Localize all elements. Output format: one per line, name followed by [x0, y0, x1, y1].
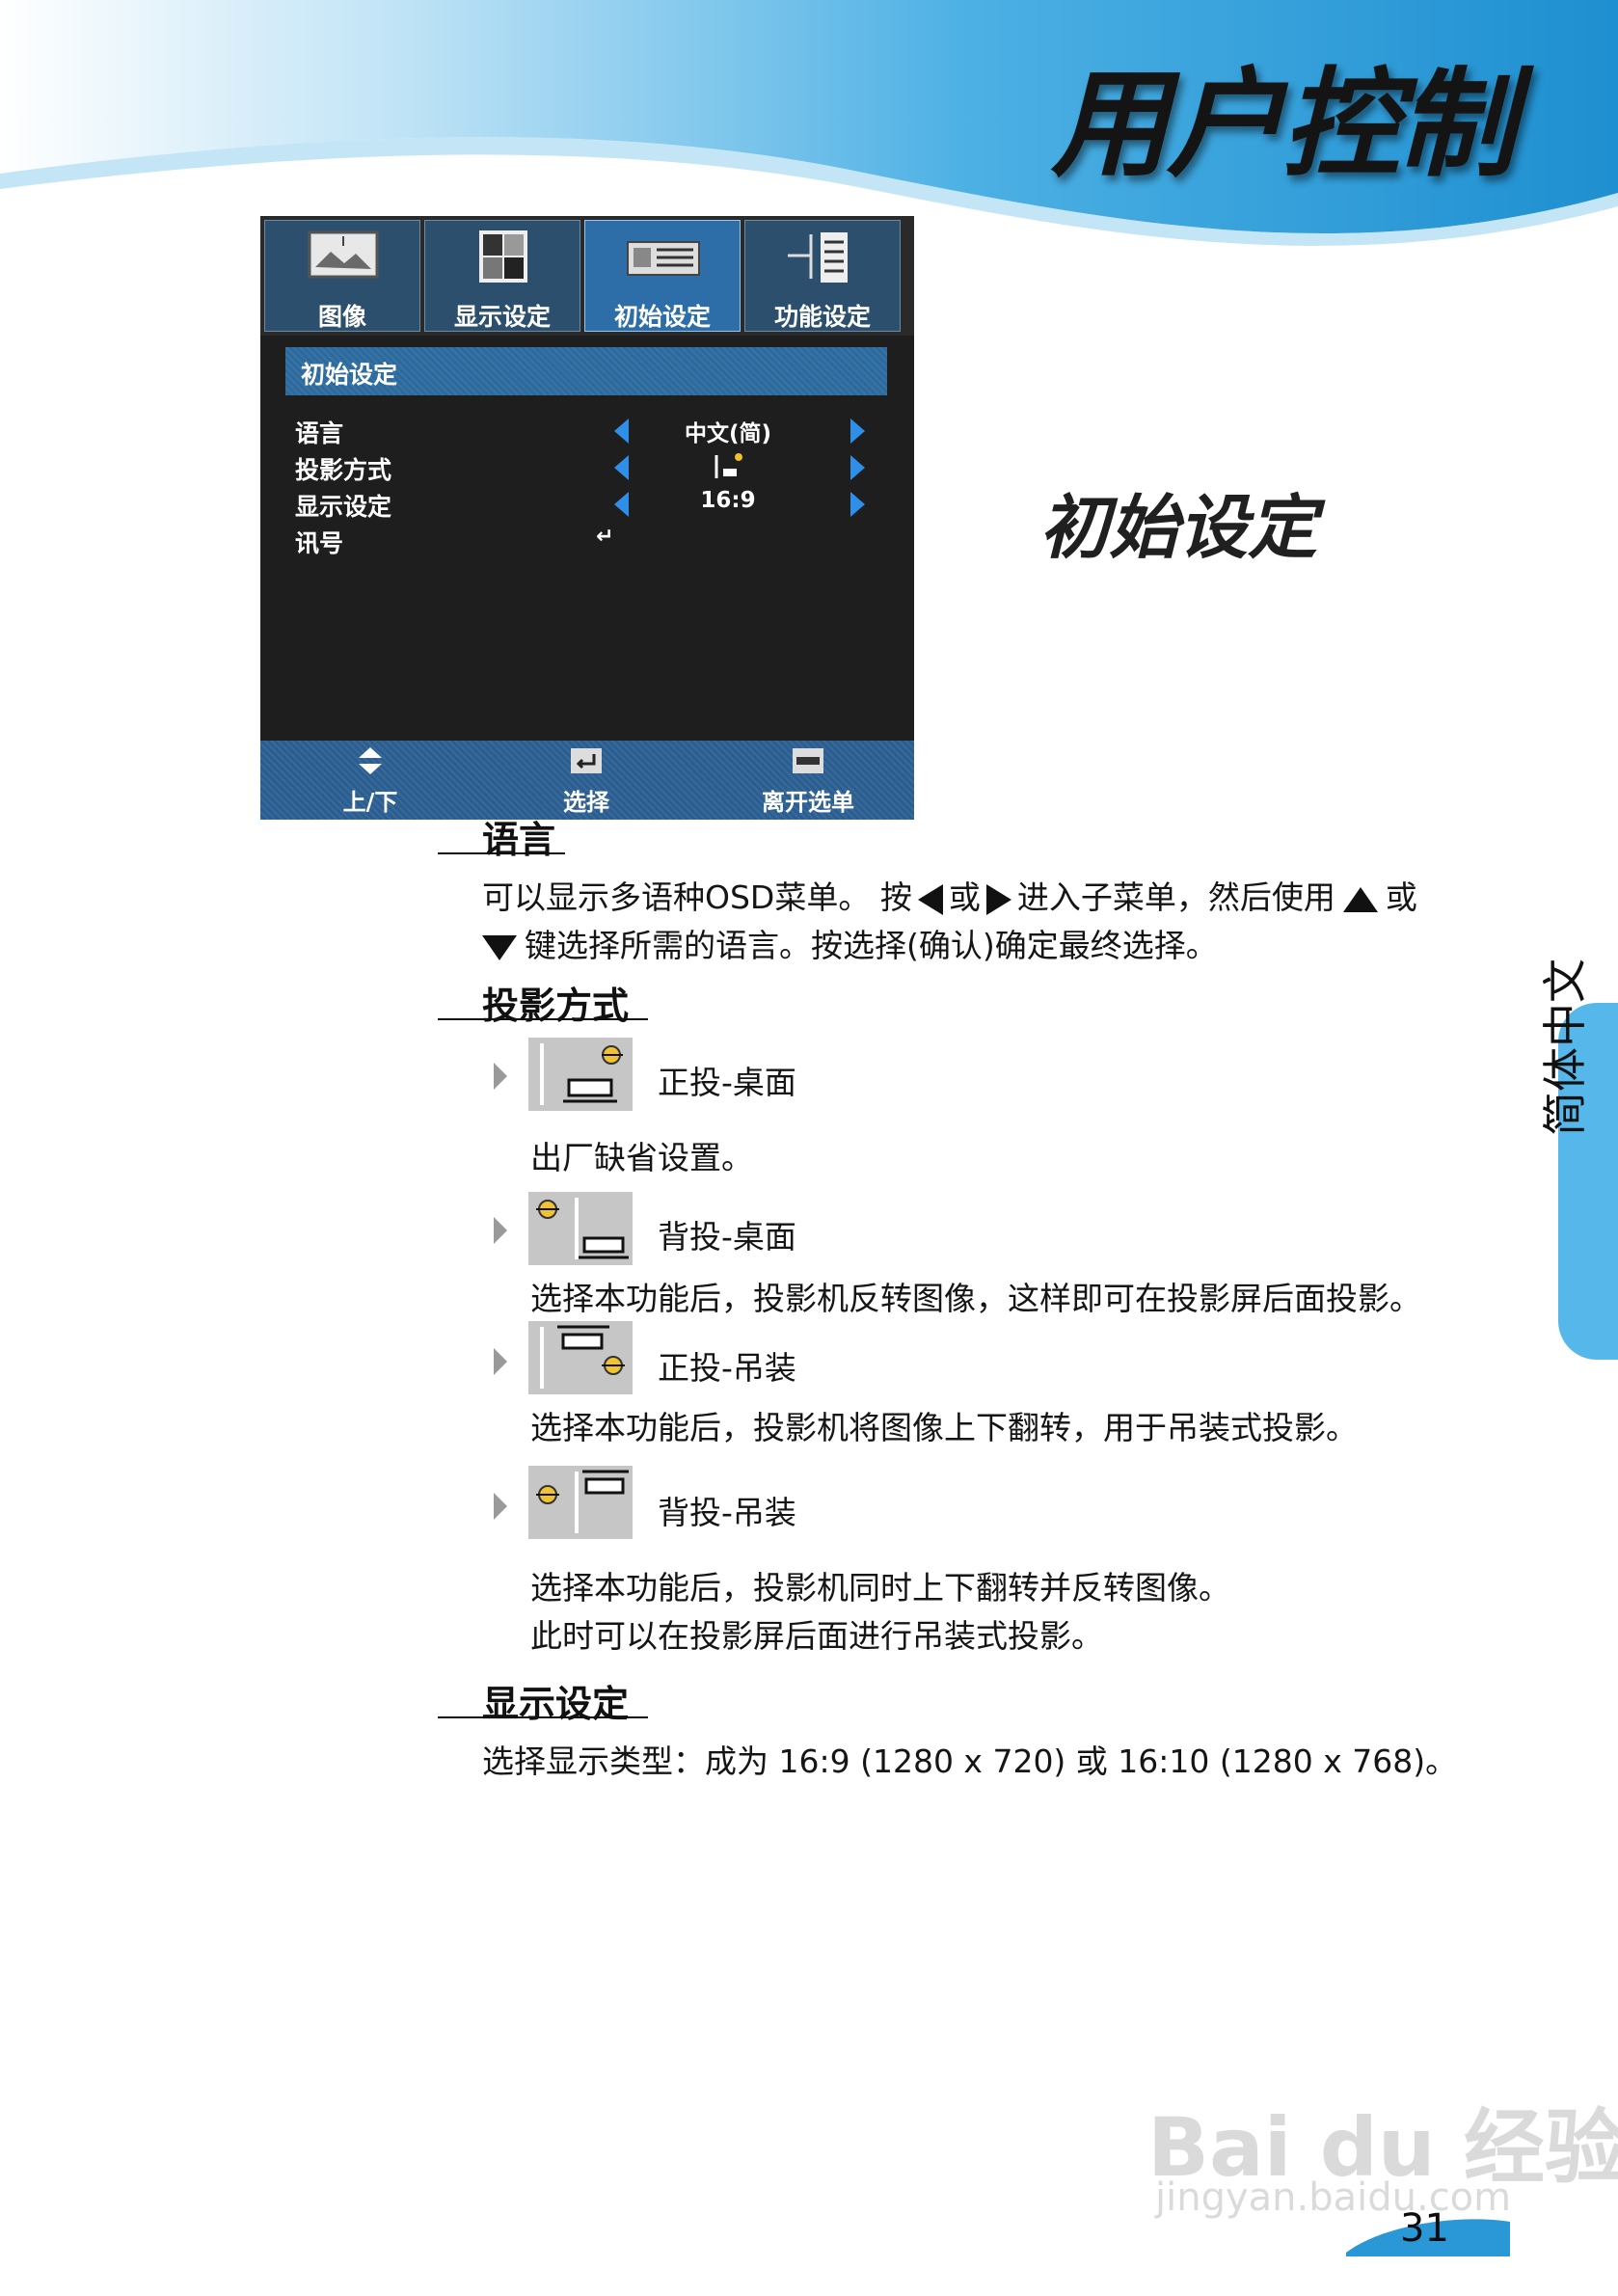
up-down-icon	[359, 747, 382, 774]
tab-label: 显示设定	[453, 303, 551, 331]
projection-item-desc: 出厂缺省设置。	[530, 1139, 753, 1176]
text-fragment: 键选择所需的语言。按选择(确认)确定最终选择。	[525, 927, 1218, 964]
bullet-icon	[494, 1063, 507, 1090]
osd-footer-label: 上/下	[342, 788, 398, 816]
display-icon	[479, 230, 527, 283]
bullet-icon	[494, 1493, 507, 1520]
rear-desktop-icon	[528, 1192, 633, 1265]
bullet-icon	[494, 1348, 507, 1375]
page-title: 用户控制	[1051, 56, 1516, 193]
arrow-right-icon[interactable]	[850, 419, 865, 444]
projector-icon	[627, 241, 700, 276]
arrow-right-icon[interactable]	[850, 455, 865, 480]
projection-item-desc: 选择本功能后，投影机反转图像，这样即可在投影屏后面投影。	[530, 1280, 1421, 1317]
language-text-line1: 可以显示多语种OSD菜单。 按或进入子菜单，然后使用或	[482, 872, 1417, 918]
osd-row-value: 16:9	[700, 488, 756, 513]
text-fragment: 或	[1385, 878, 1417, 916]
tab-setup[interactable]: 初始设定	[584, 220, 741, 332]
enter-icon[interactable]: ↵	[596, 525, 613, 549]
enter-icon	[571, 748, 602, 773]
osd-tab-bar: 图像 显示设定 初始设定 功能设定	[260, 216, 914, 336]
section-underline	[438, 1716, 648, 1718]
tab-label: 功能设定	[773, 303, 871, 331]
osd-row-label: 语言	[295, 419, 344, 447]
up-arrow-icon	[1342, 886, 1378, 912]
projection-item-label: 背投-吊装	[658, 1494, 796, 1531]
watermark-url: jingyan.baidu.com	[1155, 2175, 1512, 2220]
tab-label: 初始设定	[613, 303, 711, 331]
tab-label: 图像	[317, 303, 366, 331]
osd-row-label: 显示设定	[295, 493, 392, 521]
left-arrow-icon	[917, 883, 943, 915]
osd-footer-updown: 上/下	[293, 743, 447, 818]
osd-row-projection[interactable]: 投影方式	[260, 449, 914, 484]
arrow-left-icon[interactable]	[614, 419, 629, 444]
osd-footer-select: 选择	[509, 743, 663, 818]
projection-mode-icon	[715, 453, 742, 478]
osd-row-language[interactable]: 语言 中文(简)	[260, 413, 914, 447]
arrow-left-icon[interactable]	[614, 455, 629, 480]
tab-display[interactable]: 显示设定	[424, 220, 580, 332]
section-underline	[438, 1018, 648, 1020]
osd-menu: 图像 显示设定 初始设定 功能设定 初始设定 语言 中文(简) 投影方式 显示设…	[260, 216, 914, 820]
image-icon	[308, 230, 379, 279]
osd-row-value: 中文(简)	[684, 421, 772, 446]
osd-row-label: 投影方式	[295, 456, 392, 484]
down-arrow-icon	[482, 934, 517, 960]
osd-section-header: 初始设定	[285, 347, 887, 395]
projection-item-desc: 选择本功能后，投影机将图像上下翻转，用于吊装式投影。	[530, 1409, 1358, 1446]
projection-item-desc: 选择本功能后，投影机同时上下翻转并反转图像。	[530, 1569, 1230, 1607]
osd-footer-exit: 离开选单	[731, 743, 885, 818]
section-underline	[438, 852, 565, 854]
section-title-display: 显示设定	[482, 1683, 630, 1725]
osd-row-signal[interactable]: 讯号 ↵	[260, 523, 914, 557]
side-tab-label: 简体中文	[1530, 959, 1594, 1136]
osd-row-label: 讯号	[295, 529, 344, 557]
text-fragment: 进入子菜单，然后使用	[1016, 878, 1335, 916]
menu-icon	[793, 748, 823, 773]
section-title-projection: 投影方式	[482, 985, 630, 1027]
projection-item-label: 背投-桌面	[658, 1218, 796, 1256]
display-text: 选择显示类型：成为 16:9 (1280 x 720) 或 16:10 (128…	[482, 1742, 1458, 1780]
right-arrow-icon	[985, 883, 1011, 915]
osd-row-display[interactable]: 显示设定 16:9	[260, 486, 914, 521]
projection-item-desc-2: 此时可以在投影屏后面进行吊装式投影。	[530, 1617, 1103, 1655]
projection-item-label: 正投-吊装	[658, 1349, 796, 1387]
rear-ceiling-icon	[528, 1466, 633, 1539]
side-heading: 初始设定	[1039, 487, 1318, 568]
osd-footer: 上/下 选择 离开选单	[260, 741, 914, 820]
osd-footer-label: 离开选单	[762, 788, 854, 816]
arrow-right-icon[interactable]	[850, 492, 865, 517]
text-fragment: 可以显示多语种OSD菜单。 按	[482, 878, 912, 916]
options-icon	[788, 232, 848, 283]
front-desktop-icon	[528, 1038, 633, 1111]
text-fragment: 或	[948, 878, 981, 916]
tab-options[interactable]: 功能设定	[744, 220, 901, 332]
arrow-left-icon[interactable]	[614, 492, 629, 517]
section-title-language: 语言	[482, 819, 556, 861]
tab-image[interactable]: 图像	[264, 220, 420, 332]
projection-item-label: 正投-桌面	[658, 1064, 796, 1101]
osd-section-title: 初始设定	[301, 361, 398, 389]
language-text-line2: 键选择所需的语言。按选择(确认)确定最终选择。	[482, 920, 1218, 966]
bullet-icon	[494, 1217, 507, 1244]
front-ceiling-icon	[528, 1321, 633, 1394]
